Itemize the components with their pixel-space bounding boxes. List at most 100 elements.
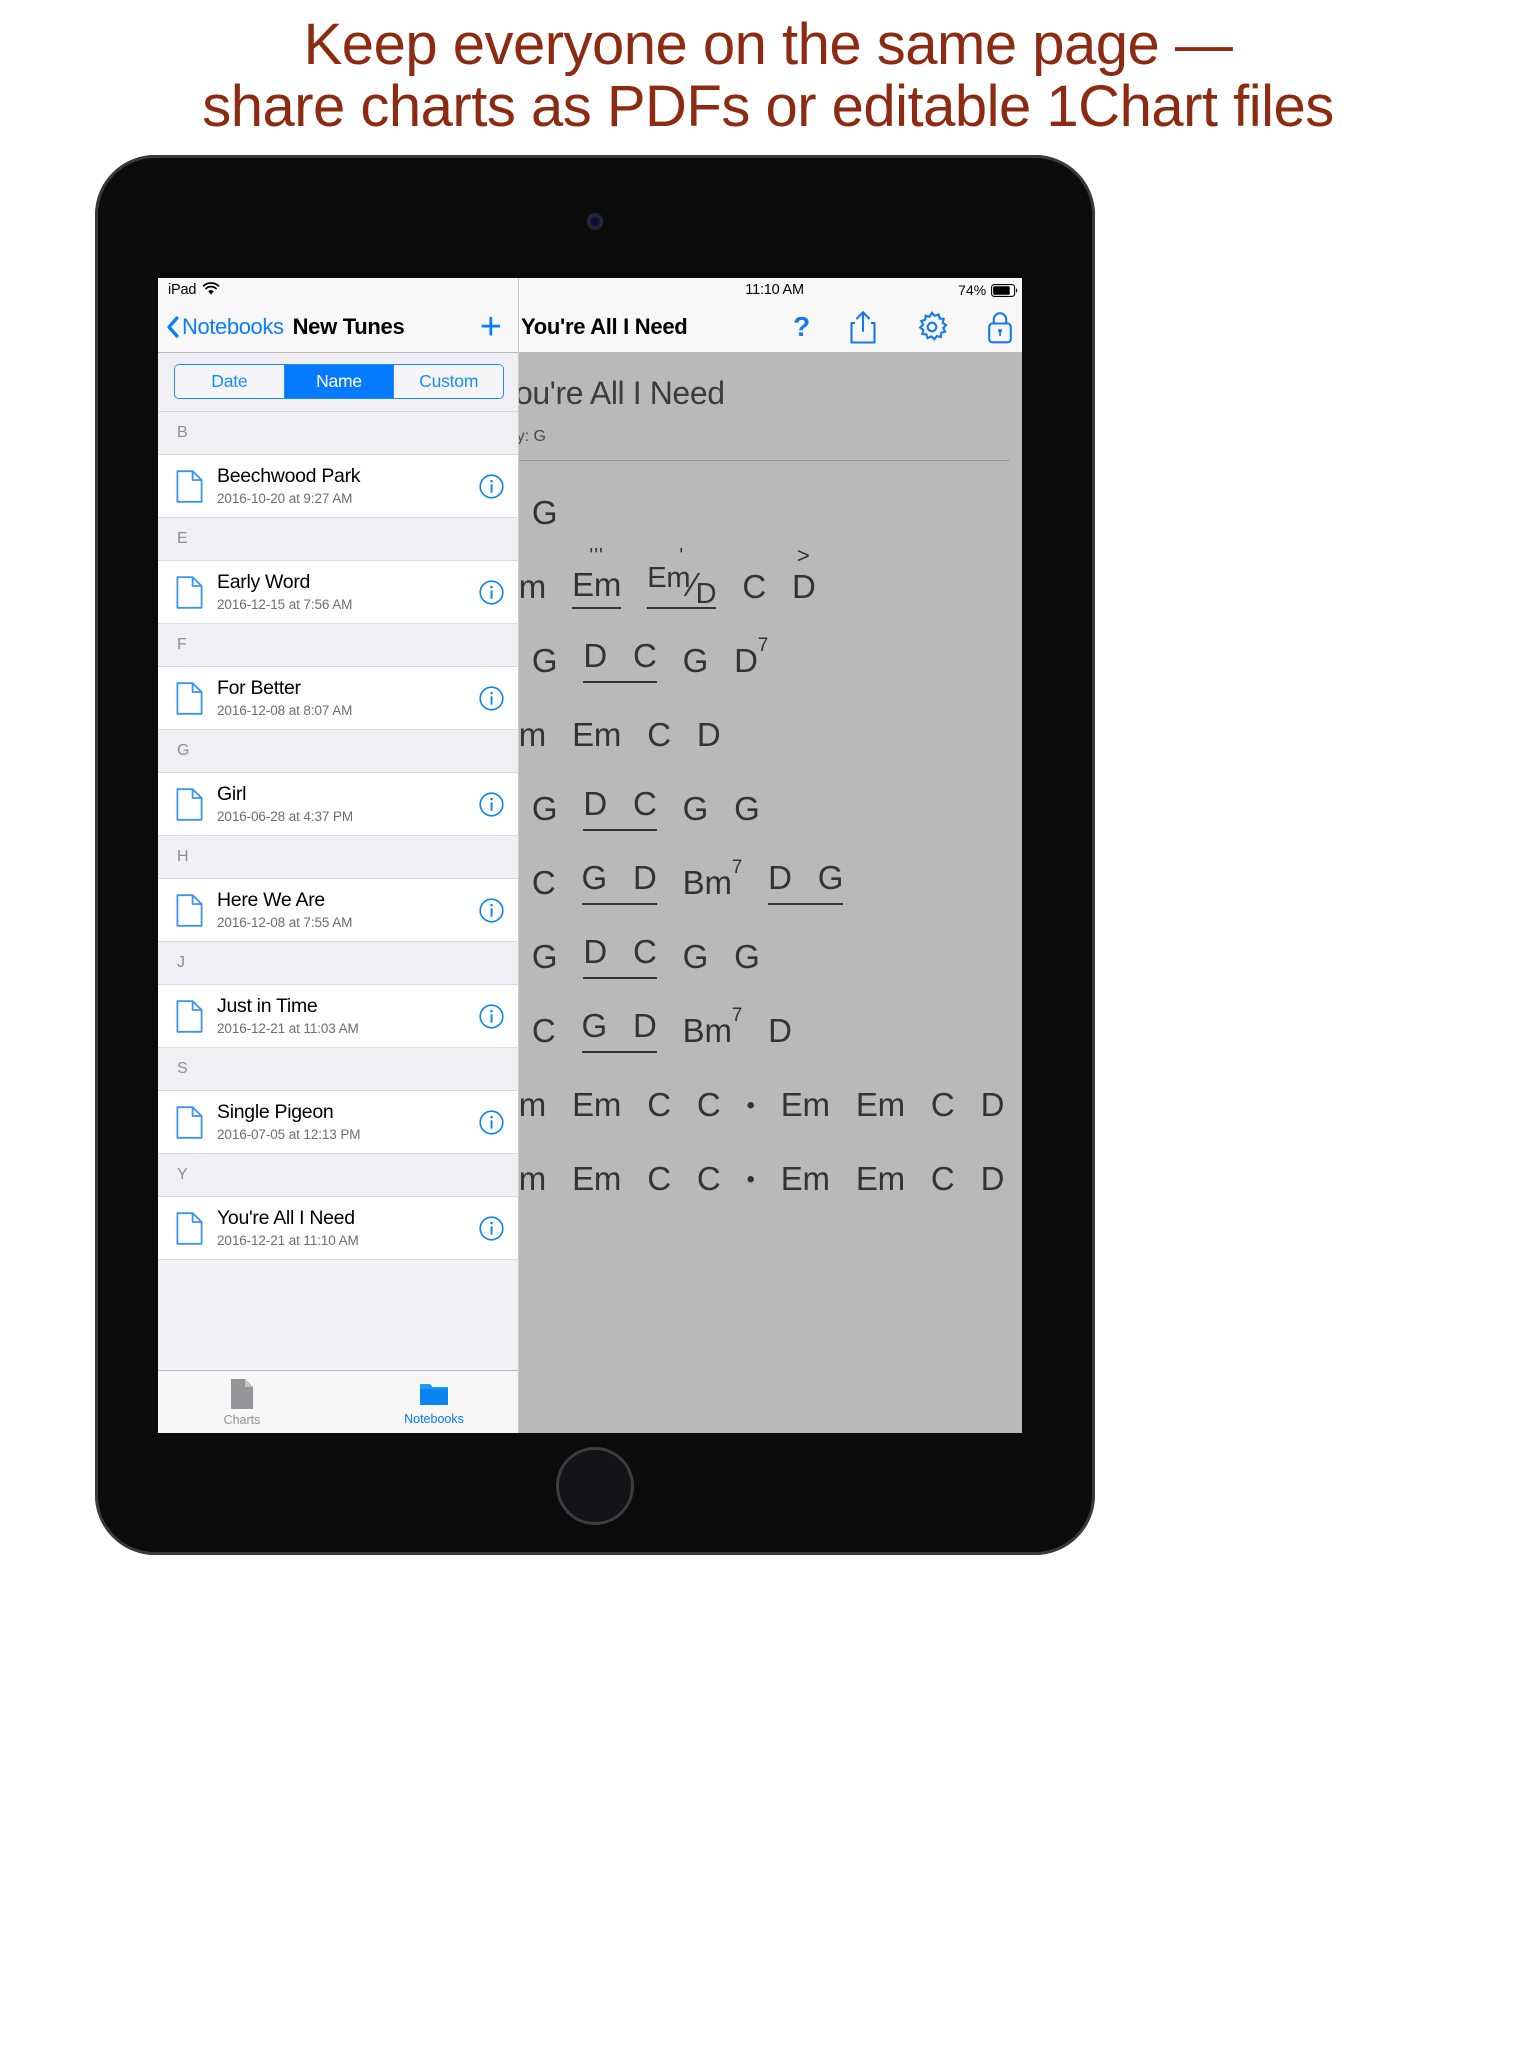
chord-symbol[interactable]: Bm7	[683, 857, 743, 905]
chord-symbol[interactable]: C	[633, 637, 657, 678]
list-item[interactable]: Single Pigeon 2016-07-05 at 12:13 PM	[158, 1091, 518, 1154]
tab-charts-label: Charts	[223, 1412, 261, 1427]
chord-symbol[interactable]: Em	[781, 1086, 830, 1127]
chord-root: D	[633, 1007, 657, 1044]
chord-line[interactable]: •CGDBm7DG	[519, 857, 1022, 905]
chord-symbol[interactable]: G	[683, 790, 709, 831]
info-icon[interactable]	[479, 579, 504, 605]
sort-segmented-control[interactable]: Date Name Custom	[174, 364, 504, 399]
tab-charts[interactable]: Charts	[194, 1378, 290, 1427]
info-icon[interactable]	[479, 1109, 504, 1135]
chord-line[interactable]: Em '''Em 'Em⁄D C >D	[519, 545, 1022, 611]
chord-symbol[interactable]: C	[633, 933, 657, 974]
chord-symbol[interactable]: > D	[792, 545, 816, 609]
info-icon[interactable]	[479, 1003, 504, 1029]
chord-symbol[interactable]: Em	[856, 1086, 905, 1127]
segment-name[interactable]: Name	[284, 365, 395, 398]
chord-line[interactable]: •G	[519, 487, 1022, 535]
chord-symbol[interactable]: ' Em⁄D	[647, 546, 717, 610]
chord-symbol[interactable]: D	[633, 1007, 657, 1048]
plus-icon[interactable]: +	[480, 308, 506, 346]
chord-line[interactable]: •GDCGG	[519, 931, 1022, 979]
chord-symbol[interactable]: G	[582, 859, 608, 900]
chord-symbol[interactable]: D	[981, 1086, 1005, 1127]
chord-symbol[interactable]: C	[742, 568, 766, 609]
chord-line[interactable]: •GDCGD7	[519, 635, 1022, 683]
chord-symbol[interactable]: G	[683, 642, 709, 683]
chord-symbol[interactable]: ''' Em	[572, 546, 621, 609]
chord-symbol[interactable]: C	[931, 1160, 955, 1201]
chord-symbol[interactable]: Em	[572, 1160, 621, 1201]
chord-group-underlined[interactable]: GD	[581, 1007, 657, 1053]
segment-date[interactable]: Date	[175, 365, 285, 398]
chord-symbol[interactable]: G	[532, 938, 558, 979]
list-item[interactable]: Here We Are 2016-12-08 at 7:55 AM	[158, 879, 518, 942]
list-item[interactable]: Beechwood Park 2016-10-20 at 9:27 AM	[158, 455, 518, 518]
chord-line[interactable]: EmEmCC•EmEmCD	[519, 1153, 1022, 1201]
info-icon[interactable]	[479, 897, 504, 923]
chord-symbol[interactable]: C	[697, 1160, 721, 1201]
chord-symbol[interactable]: Em	[519, 1086, 546, 1127]
chord-line[interactable]: Em Em CD	[519, 709, 1022, 757]
chord-symbol[interactable]: D	[633, 859, 657, 900]
chord-symbol[interactable]: Bm7	[683, 1005, 743, 1053]
chord-symbol[interactable]: D	[583, 637, 607, 678]
chord-symbol[interactable]: C	[647, 716, 671, 757]
segment-custom[interactable]: Custom	[394, 365, 503, 398]
chord-symbol[interactable]: G	[734, 938, 760, 979]
list-item[interactable]: Just in Time 2016-12-21 at 11:03 AM	[158, 985, 518, 1048]
chord-symbol[interactable]: G	[532, 642, 558, 683]
chord-symbol[interactable]: Em	[519, 716, 546, 757]
chord-symbol[interactable]: D7	[734, 635, 768, 683]
info-icon[interactable]	[479, 791, 504, 817]
info-icon[interactable]	[479, 1215, 504, 1241]
chord-symbol[interactable]: Em	[519, 1160, 546, 1201]
chord-symbol[interactable]: Em	[572, 1086, 621, 1127]
chord-symbol[interactable]: D	[583, 933, 607, 974]
chord-symbol[interactable]: C	[697, 1086, 721, 1127]
chord-symbol[interactable]: C	[532, 864, 556, 905]
chord-line[interactable]: •CGDBm7D	[519, 1005, 1022, 1053]
list-item[interactable]: Early Word 2016-12-15 at 7:56 AM	[158, 561, 518, 624]
chord-symbol[interactable]: Em	[781, 1160, 830, 1201]
chord-line[interactable]: •GDCGG	[519, 783, 1022, 831]
back-button-label[interactable]: Notebooks	[182, 314, 284, 340]
help-icon[interactable]: ?	[793, 313, 810, 341]
chord-symbol[interactable]: D	[768, 1012, 792, 1053]
chord-symbol[interactable]: Em	[519, 568, 546, 609]
chord-symbol[interactable]: D	[583, 785, 607, 826]
chord-symbol[interactable]: C	[647, 1160, 671, 1201]
chord-symbol[interactable]: C	[931, 1086, 955, 1127]
chord-group-underlined[interactable]: DC	[583, 637, 657, 683]
chord-line[interactable]: EmEmCC•EmEmCD	[519, 1079, 1022, 1127]
list-item[interactable]: For Better 2016-12-08 at 8:07 AM	[158, 667, 518, 730]
chord-symbol[interactable]: G	[532, 790, 558, 831]
settings-gear-icon[interactable]	[916, 311, 948, 343]
chord-symbol[interactable]: C	[532, 1012, 556, 1053]
chord-symbol[interactable]: G	[818, 859, 844, 900]
list-item[interactable]: Girl 2016-06-28 at 4:37 PM	[158, 773, 518, 836]
chord-symbol[interactable]: C	[633, 785, 657, 826]
chord-group-underlined[interactable]: DC	[583, 785, 657, 831]
chord-symbol[interactable]: G	[532, 494, 558, 535]
chord-symbol[interactable]: G	[582, 1007, 608, 1048]
share-icon[interactable]	[848, 310, 878, 344]
chord-symbol[interactable]: Em	[572, 716, 621, 757]
chord-symbol[interactable]: Em	[856, 1160, 905, 1201]
chord-symbol[interactable]: G	[734, 790, 760, 831]
chord-symbol[interactable]: C	[647, 1086, 671, 1127]
info-icon[interactable]	[479, 473, 504, 499]
home-button[interactable]	[556, 1447, 634, 1525]
chord-group-underlined[interactable]: GD	[581, 859, 657, 905]
chord-symbol[interactable]: G	[683, 938, 709, 979]
chord-group-underlined[interactable]: DG	[768, 859, 843, 905]
chord-symbol[interactable]: D	[768, 859, 792, 900]
lock-icon[interactable]	[986, 310, 1014, 344]
list-item[interactable]: You're All I Need 2016-12-21 at 11:10 AM	[158, 1197, 518, 1260]
chord-symbol[interactable]: D	[981, 1160, 1005, 1201]
tab-notebooks[interactable]: Notebooks	[386, 1379, 482, 1426]
chevron-left-icon[interactable]	[166, 316, 179, 338]
chord-group-underlined[interactable]: DC	[583, 933, 657, 979]
chord-symbol[interactable]: D	[697, 716, 721, 757]
info-icon[interactable]	[479, 685, 504, 711]
